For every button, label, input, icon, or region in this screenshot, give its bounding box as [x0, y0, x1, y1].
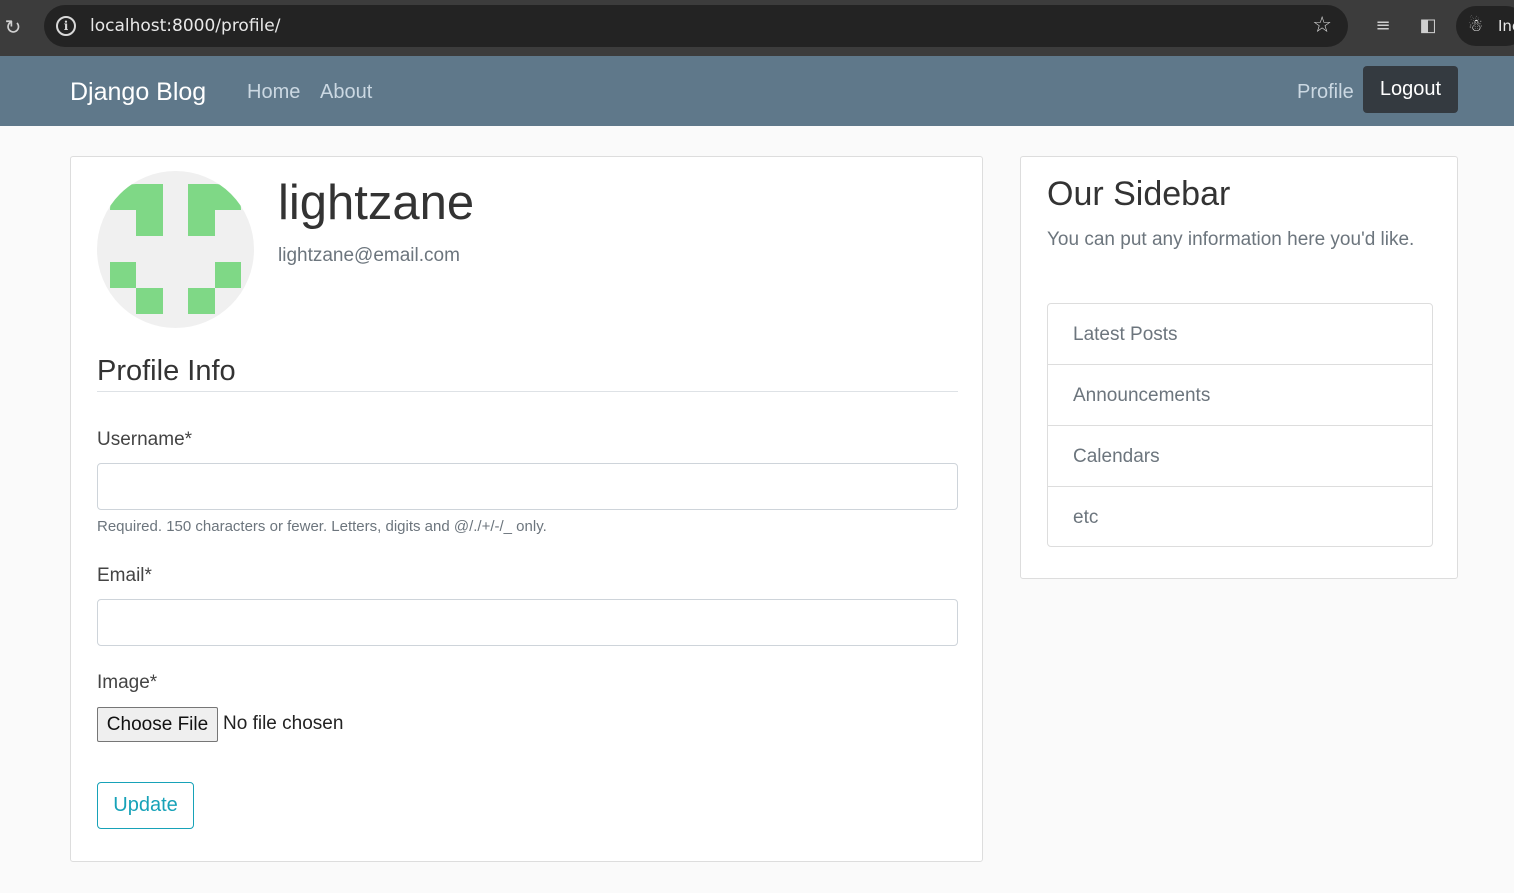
sidebar-title: Our Sidebar	[1047, 175, 1231, 213]
nav-link-profile[interactable]: Profile	[1297, 78, 1354, 106]
username-help-text: Required. 150 characters or fewer. Lette…	[97, 518, 547, 535]
avatar-pixel	[188, 288, 215, 314]
sidebar-item-latest-posts[interactable]: Latest Posts	[1048, 304, 1432, 365]
image-label: Image*	[97, 672, 158, 693]
url-text[interactable]: localhost:8000/profile/	[90, 15, 280, 37]
sidebar-description: You can put any information here you'd l…	[1047, 229, 1415, 250]
sidebar-card: Our Sidebar You can put any information …	[1020, 156, 1458, 579]
email-label: Email*	[97, 565, 152, 586]
profile-card: lightzane lightzane@email.com Profile In…	[70, 156, 983, 862]
username-field[interactable]	[97, 463, 958, 510]
sidebar-item-etc[interactable]: etc	[1048, 487, 1432, 548]
logout-button[interactable]: Logout	[1363, 66, 1458, 113]
incognito-icon: ☃	[1468, 16, 1484, 36]
sidebar-list: Latest Posts Announcements Calendars etc	[1047, 303, 1433, 547]
profile-username: lightzane	[278, 176, 475, 230]
sidebar-item-calendars[interactable]: Calendars	[1048, 426, 1432, 487]
update-button[interactable]: Update	[97, 782, 194, 829]
incognito-indicator[interactable]: ☃ Inc	[1456, 6, 1514, 46]
avatar-pixel	[188, 184, 241, 210]
sidebar-item-label: Calendars	[1073, 446, 1160, 467]
avatar-pixel	[110, 184, 163, 210]
form-title: Profile Info	[97, 355, 236, 387]
media-queue-icon[interactable]: ≡	[1370, 14, 1396, 38]
avatar-pixel	[188, 210, 215, 236]
sidebar-item-label: Latest Posts	[1073, 324, 1178, 345]
email-field[interactable]	[97, 599, 958, 646]
sidebar-item-announcements[interactable]: Announcements	[1048, 365, 1432, 426]
form-divider	[97, 391, 958, 392]
avatar-pixel	[215, 262, 241, 288]
avatar-pixel	[110, 262, 136, 288]
avatar	[97, 171, 254, 328]
site-navbar: Django Blog Home About Profile Logout	[0, 56, 1514, 126]
browser-toolbar: ↻ i localhost:8000/profile/ ☆ ≡ ◧ ☃ Inc	[0, 0, 1514, 56]
nav-link-home[interactable]: Home	[247, 78, 300, 106]
avatar-pixel	[136, 210, 163, 236]
avatar-pixel	[136, 288, 163, 314]
incognito-label: Inc	[1498, 17, 1514, 35]
brand-link[interactable]: Django Blog	[70, 75, 206, 109]
site-info-icon[interactable]: i	[56, 16, 76, 36]
sidebar-item-label: Announcements	[1073, 385, 1211, 406]
choose-file-button[interactable]: Choose File	[97, 707, 218, 742]
reload-icon[interactable]: ↻	[2, 14, 24, 40]
sidebar-item-label: etc	[1073, 507, 1099, 528]
bookmark-star-icon[interactable]: ☆	[1312, 13, 1332, 39]
file-status: No file chosen	[223, 713, 344, 734]
address-bar[interactable]: i localhost:8000/profile/ ☆	[44, 5, 1348, 47]
username-label: Username*	[97, 429, 193, 450]
nav-link-about[interactable]: About	[320, 78, 372, 106]
profile-email: lightzane@email.com	[278, 245, 460, 266]
side-panel-icon[interactable]: ◧	[1415, 14, 1441, 38]
